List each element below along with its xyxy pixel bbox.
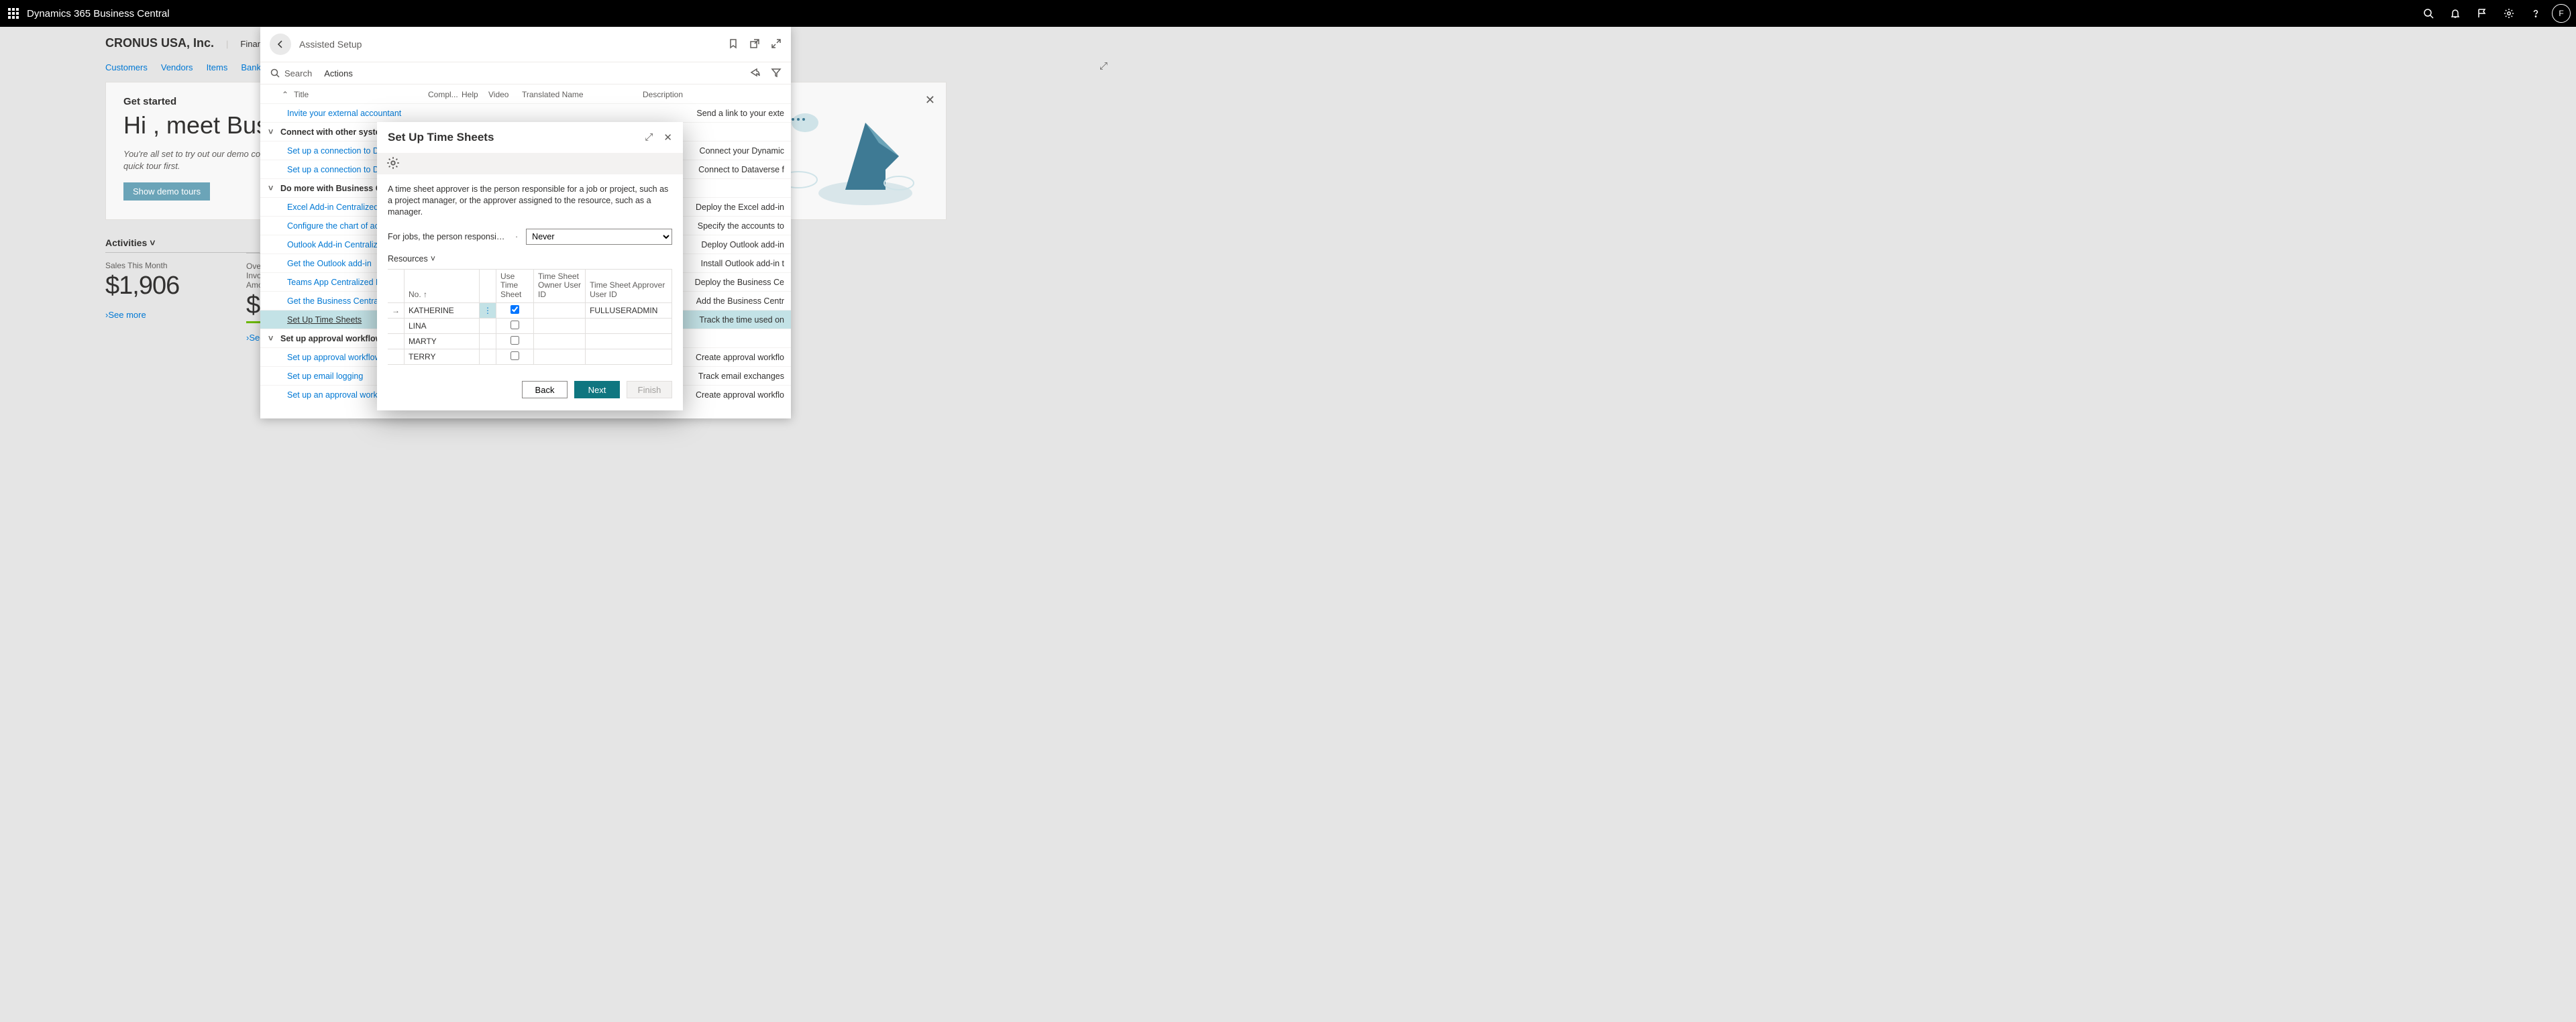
col-no[interactable]: No. ↑ bbox=[405, 269, 480, 302]
panel-title: Assisted Setup bbox=[299, 39, 362, 50]
tab-vendors[interactable]: Vendors bbox=[161, 62, 193, 72]
next-button[interactable]: Next bbox=[574, 381, 620, 398]
finish-button: Finish bbox=[627, 381, 672, 398]
popout-icon[interactable] bbox=[749, 38, 760, 51]
expand-icon[interactable]: ⤢ bbox=[645, 131, 653, 144]
kpi-sales-value[interactable]: $1,906 bbox=[105, 272, 260, 300]
expand-icon[interactable] bbox=[771, 38, 782, 51]
collapse-all-icon[interactable]: ⌃ bbox=[282, 90, 294, 99]
grid-header: ⌃ Title Compl... Help Video Translated N… bbox=[260, 84, 791, 103]
chevron-down-icon: ˅ bbox=[431, 254, 435, 264]
col-owner[interactable]: Time Sheet Owner User ID bbox=[534, 269, 586, 302]
panel-actions-menu[interactable]: Actions bbox=[324, 68, 353, 78]
back-button[interactable]: Back bbox=[522, 381, 568, 398]
chevron-down-icon: ˅ bbox=[150, 237, 155, 248]
grid-row[interactable]: Invite your external accountantSend a li… bbox=[260, 103, 791, 122]
use-timesheet-checkbox[interactable] bbox=[511, 321, 519, 329]
cell-no[interactable]: MARTY bbox=[405, 334, 480, 349]
filter-icon[interactable] bbox=[771, 67, 782, 80]
cell-owner[interactable] bbox=[534, 349, 586, 365]
bell-icon[interactable] bbox=[2442, 0, 2469, 27]
time-sheets-dialog: Set Up Time Sheets ⤢ ✕ A time sheet appr… bbox=[377, 122, 683, 410]
bookmark-icon[interactable] bbox=[728, 38, 739, 51]
panel-search[interactable]: Search bbox=[270, 68, 312, 78]
cell-no[interactable]: LINA bbox=[405, 319, 480, 334]
col-use[interactable]: Use Time Sheet bbox=[496, 269, 534, 302]
table-row[interactable]: MARTY bbox=[388, 334, 672, 349]
topbar: Dynamics 365 Business Central F bbox=[0, 0, 2576, 27]
activities-section: Activities˅ Sales This Month $1,906 ›See… bbox=[105, 237, 260, 320]
use-timesheet-checkbox[interactable] bbox=[511, 336, 519, 345]
cell-approver[interactable] bbox=[586, 349, 672, 365]
cell-approver[interactable] bbox=[586, 334, 672, 349]
close-icon[interactable]: ✕ bbox=[663, 131, 672, 144]
cell-owner[interactable] bbox=[534, 319, 586, 334]
use-timesheet-checkbox[interactable] bbox=[511, 305, 519, 314]
cell-approver[interactable] bbox=[586, 319, 672, 334]
table-row[interactable]: →KATHERINE⋮FULLUSERADMIN bbox=[388, 303, 672, 319]
row-menu-icon[interactable]: ⋮ bbox=[484, 306, 492, 315]
tab-items[interactable]: Items bbox=[207, 62, 228, 72]
company-name[interactable]: CRONUS USA, Inc. bbox=[105, 36, 214, 50]
search-icon[interactable] bbox=[2415, 0, 2442, 27]
approver-select[interactable]: Never bbox=[526, 229, 672, 245]
use-timesheet-checkbox[interactable] bbox=[511, 351, 519, 360]
back-button[interactable] bbox=[270, 34, 291, 55]
resources-toggle[interactable]: Resources˅ bbox=[388, 254, 672, 264]
resources-table: No. ↑ Use Time Sheet Time Sheet Owner Us… bbox=[388, 269, 672, 365]
expand-icon[interactable]: ⤢ bbox=[1099, 60, 1108, 72]
flag-icon[interactable] bbox=[2469, 0, 2496, 27]
see-more-link[interactable]: ›See more bbox=[105, 310, 260, 320]
user-avatar[interactable]: F bbox=[2552, 4, 2571, 23]
help-icon[interactable] bbox=[2522, 0, 2549, 27]
gear-icon[interactable] bbox=[2496, 0, 2522, 27]
app-launcher-icon[interactable] bbox=[0, 0, 27, 27]
approver-field-label: For jobs, the person responsibl... bbox=[388, 232, 507, 241]
tab-customers[interactable]: Customers bbox=[105, 62, 148, 72]
close-icon[interactable]: ✕ bbox=[925, 93, 935, 107]
cell-owner[interactable] bbox=[534, 334, 586, 349]
chevron-down-icon: ˅ bbox=[268, 184, 280, 193]
col-approver[interactable]: Time Sheet Approver User ID bbox=[586, 269, 672, 302]
cell-no[interactable]: TERRY bbox=[405, 349, 480, 365]
cell-approver[interactable]: FULLUSERADMIN bbox=[586, 303, 672, 319]
kpi-sales-label: Sales This Month bbox=[105, 261, 260, 270]
table-row[interactable]: TERRY bbox=[388, 349, 672, 365]
chevron-down-icon: ˅ bbox=[268, 127, 280, 137]
cell-no[interactable]: KATHERINE bbox=[405, 303, 480, 319]
table-row[interactable]: LINA bbox=[388, 319, 672, 334]
chevron-down-icon: ˅ bbox=[268, 334, 280, 343]
dialog-description: A time sheet approver is the person resp… bbox=[388, 184, 672, 218]
show-demo-tours-button[interactable]: Show demo tours bbox=[123, 182, 210, 201]
activities-header[interactable]: Activities˅ bbox=[105, 237, 260, 253]
share-icon[interactable] bbox=[749, 67, 760, 80]
cell-owner[interactable] bbox=[534, 303, 586, 319]
app-title: Dynamics 365 Business Central bbox=[27, 8, 170, 19]
dialog-toolbar bbox=[377, 153, 683, 174]
dialog-title: Set Up Time Sheets bbox=[388, 131, 494, 144]
gear-icon[interactable] bbox=[386, 156, 400, 172]
